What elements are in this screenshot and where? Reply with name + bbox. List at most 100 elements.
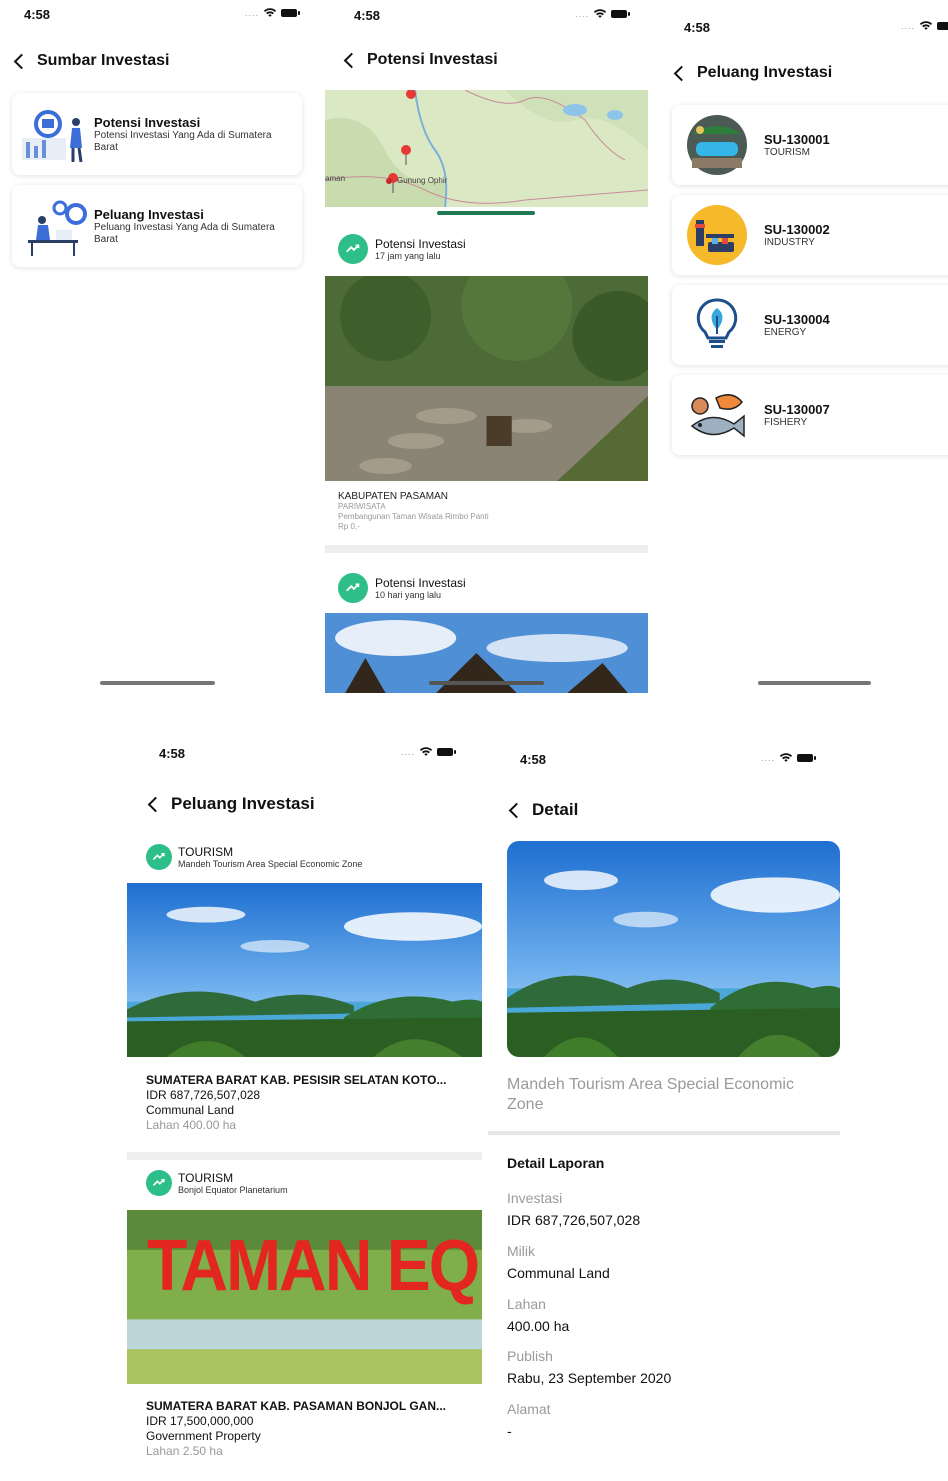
menu-card-potensi[interactable]: Potensi Investasi Potensi Investasi Yang… <box>12 93 302 175</box>
post-name: Mandeh Tourism Area Special Economic Zon… <box>178 859 363 869</box>
divider <box>325 545 648 553</box>
post-photo-equator[interactable]: TAMAN EQUAT <box>127 1210 482 1384</box>
nav-bar: Peluang Investasi <box>146 794 315 814</box>
field-investasi: Investasi IDR 687,726,507,028 <box>507 1190 640 1228</box>
post-price: Rp 0,- <box>338 522 360 531</box>
back-chevron-icon[interactable] <box>673 65 690 81</box>
battery-icon <box>437 747 457 756</box>
section-title: Detail Laporan <box>507 1155 605 1171</box>
card-title: Potensi Investasi <box>94 114 201 130</box>
field-label: Alamat <box>507 1401 551 1417</box>
field-value: 400.00 ha <box>507 1318 570 1334</box>
card-subtitle: Peluang Investasi Yang Ada di Sumatera B… <box>94 221 275 245</box>
page-title: Peluang Investasi <box>171 794 315 813</box>
energy-icon <box>696 298 738 348</box>
opportunity-item[interactable]: SU-130007 FISHERY <box>672 375 948 455</box>
detail-photo-mandeh <box>507 841 840 1057</box>
item-sector: FISHERY <box>764 417 808 428</box>
post-header: TOURISM Bonjol Equator Planetarium <box>146 1170 288 1196</box>
back-chevron-icon[interactable] <box>343 52 360 68</box>
trend-icon <box>146 1170 172 1196</box>
equator-sign-text: TAMAN EQUAT <box>147 1223 482 1306</box>
post-header: Potensi Investasi 17 jam yang lalu <box>338 234 466 264</box>
post-region: SUMATERA BARAT KAB. PESISIR SELATAN KOTO… <box>146 1073 447 1087</box>
fishery-icon <box>690 394 745 438</box>
investment-analysis-illustration-icon <box>22 110 83 163</box>
field-label: Milik <box>507 1243 535 1259</box>
back-chevron-icon[interactable] <box>13 53 30 69</box>
item-sector: INDUSTRY <box>764 237 815 248</box>
battery-icon <box>937 21 948 30</box>
post-photo-mandeh[interactable] <box>127 883 482 1057</box>
opportunity-item[interactable]: SU-130002 INDUSTRY <box>672 195 948 275</box>
post-area: Lahan 400.00 ha <box>146 1118 237 1132</box>
item-code: SU-130002 <box>764 222 830 237</box>
sheet-handle[interactable] <box>437 211 535 215</box>
post-name: Bonjol Equator Planetarium <box>178 1185 288 1195</box>
menu-card-peluang[interactable]: Peluang Investasi Peluang Investasi Yang… <box>12 185 302 267</box>
post-time: 17 jam yang lalu <box>375 251 441 261</box>
trend-icon <box>146 844 172 870</box>
post-region: SUMATERA BARAT KAB. PASAMAN BONJOL GAN..… <box>146 1399 446 1413</box>
battery-icon <box>281 8 301 17</box>
signal-icon: .... <box>575 8 590 19</box>
industry-icon <box>687 205 747 265</box>
screen-potensi-investasi: 4:58 .... Potensi Investasi Gunung Ophir… <box>325 0 648 693</box>
post-investment: IDR 687,726,507,028 <box>146 1088 261 1102</box>
post-info: KABUPATEN PASAMAN PARIWISATA Pembangunan… <box>338 491 489 532</box>
signal-icon: .... <box>245 7 260 18</box>
screen-peluang-feed: 4:58 .... Peluang Investasi TOURISM Mand… <box>127 735 482 1481</box>
post-header: TOURISM Mandeh Tourism Area Special Econ… <box>146 844 362 870</box>
item-sector: TOURISM <box>764 147 810 158</box>
field-label: Publish <box>507 1348 553 1364</box>
map-view[interactable]: Gunung Ophir aman <box>325 90 648 207</box>
opportunity-item[interactable]: SU-130001 TOURISM <box>672 105 948 185</box>
item-sector: ENERGY <box>764 327 807 338</box>
post-category: Potensi Investasi <box>375 576 466 590</box>
opportunity-item[interactable]: SU-130004 ENERGY <box>672 285 948 365</box>
status-time: 4:58 <box>684 20 711 35</box>
nav-bar: Detail <box>507 800 578 820</box>
status-time: 4:58 <box>159 746 186 761</box>
divider <box>488 1131 840 1135</box>
post-description: Pembangunan Taman Wisata Rimbo Panti <box>338 512 489 521</box>
status-icons: .... <box>761 752 817 763</box>
page-title: Detail <box>532 800 579 819</box>
page-title: Potensi Investasi <box>367 51 498 68</box>
post-time: 10 hari yang lalu <box>375 590 442 600</box>
post-info: SUMATERA BARAT KAB. PESISIR SELATAN KOTO… <box>146 1073 446 1133</box>
screen-peluang-list: 4:58 .... Peluang Investasi SU-130001 TO… <box>655 0 948 693</box>
divider <box>127 1152 482 1160</box>
card-subtitle: Potensi Investasi Yang Ada di Sumatera B… <box>94 129 272 153</box>
home-indicator <box>758 681 871 685</box>
map-edge-label: aman <box>325 174 346 183</box>
card-title: Peluang Investasi <box>94 206 204 222</box>
field-value: - <box>507 1423 512 1439</box>
wifi-icon <box>263 7 277 18</box>
field-value: Rabu, 23 September 2020 <box>507 1370 672 1386</box>
map-terrain <box>325 90 648 207</box>
post-sector: PARIWISATA <box>338 502 386 511</box>
opportunity-gears-illustration-icon <box>28 200 87 256</box>
status-icons: .... <box>401 746 457 757</box>
nav-bar: Sumbar Investasi <box>12 52 170 70</box>
back-chevron-icon[interactable] <box>508 802 525 818</box>
back-chevron-icon[interactable] <box>147 796 164 812</box>
post-header: Potensi Investasi 10 hari yang lalu <box>338 573 466 603</box>
post-photo-rimbo-panti[interactable] <box>325 276 648 481</box>
home-indicator <box>429 681 544 685</box>
status-time: 4:58 <box>354 8 381 23</box>
field-value: IDR 687,726,507,028 <box>507 1212 641 1228</box>
post-info: SUMATERA BARAT KAB. PASAMAN BONJOL GAN..… <box>146 1399 446 1459</box>
wifi-icon <box>779 752 793 763</box>
screen-sumbar-investasi: 4:58 .... Sumbar Investasi Potensi Inves… <box>0 0 318 693</box>
field-label: Lahan <box>507 1296 546 1312</box>
trend-icon <box>338 234 368 264</box>
post-sector: TOURISM <box>178 1171 234 1185</box>
status-icons: .... <box>901 20 948 31</box>
field-alamat: Alamat - <box>507 1401 551 1439</box>
page-title: Sumbar Investasi <box>37 52 170 69</box>
post-ownership: Communal Land <box>146 1103 235 1117</box>
post-ownership: Government Property <box>146 1429 261 1443</box>
post-investment: IDR 17,500,000,000 <box>146 1414 254 1428</box>
